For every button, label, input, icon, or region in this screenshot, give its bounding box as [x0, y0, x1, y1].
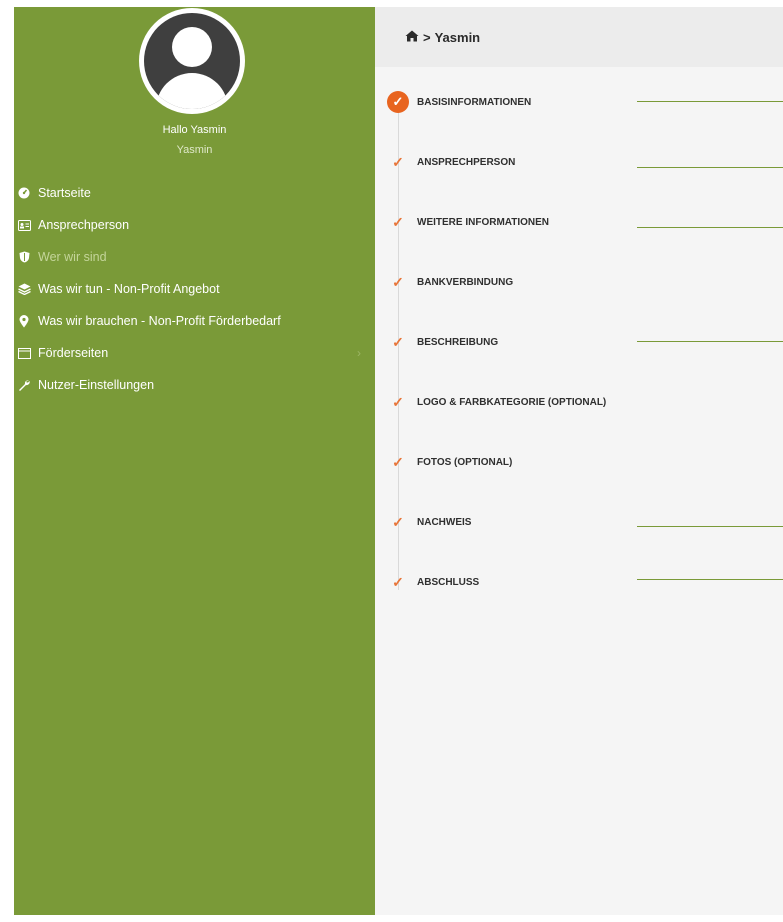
- sidebar-item-label: Was wir brauchen - Non-Profit Förderbeda…: [38, 314, 281, 328]
- breadcrumb: > Yasmin: [405, 30, 480, 45]
- sidebar-item-label: Ansprechperson: [38, 218, 130, 232]
- check-icon: ✓: [392, 513, 404, 530]
- user-icon: [144, 13, 240, 109]
- sidebar-item-was-wir-tun[interactable]: Was wir tun - Non-Profit Angebot: [14, 273, 375, 305]
- map-pin-icon: [14, 314, 32, 328]
- step-label: BASISINFORMATIONEN: [417, 96, 532, 108]
- main-content: > Yasmin ✓ BASISINFORMATIONEN ✓ ANSPRECH…: [375, 7, 783, 915]
- check-icon: ✓: [392, 573, 404, 590]
- step-label: BANKVERBINDUNG: [417, 276, 514, 288]
- chevron-right-icon[interactable]: ›: [357, 346, 361, 360]
- check-icon: ✓: [392, 453, 404, 470]
- divider: [637, 526, 783, 527]
- sidebar-item-startseite[interactable]: Startseite: [14, 177, 375, 209]
- step-nachweis[interactable]: ✓ NACHWEIS: [387, 510, 471, 534]
- divider: [637, 579, 783, 580]
- divider: [637, 341, 783, 342]
- top-bar: > Yasmin: [375, 7, 783, 67]
- step-label: LOGO & FARBKATEGORIE (OPTIONAL): [417, 396, 607, 408]
- page-margin: [0, 0, 14, 922]
- step-weitere-informationen[interactable]: ✓ WEITERE INFORMATIONEN: [387, 210, 549, 234]
- sidebar-item-wer-wir-sind[interactable]: Wer wir sind: [14, 241, 375, 273]
- check-icon: ✓: [392, 153, 404, 170]
- sidebar: Hallo Yasmin Yasmin Startseite Ansprechp…: [14, 7, 375, 915]
- sidebar-item-ansprechperson[interactable]: Ansprechperson: [14, 209, 375, 241]
- sidebar-item-label: Was wir tun - Non-Profit Angebot: [38, 282, 220, 296]
- wrench-icon: [14, 379, 32, 391]
- sidebar-item-label: Startseite: [38, 186, 91, 200]
- step-abschluss[interactable]: ✓ ABSCHLUSS: [387, 570, 479, 594]
- dashboard-icon: [14, 187, 32, 199]
- home-icon[interactable]: [405, 30, 419, 45]
- check-icon: ✓: [392, 333, 404, 350]
- window-icon: [14, 347, 32, 359]
- step-fotos[interactable]: ✓ FOTOS (OPTIONAL): [387, 450, 512, 474]
- step-label: ABSCHLUSS: [417, 576, 480, 588]
- sidebar-item-foerderseiten[interactable]: Förderseiten ›: [14, 337, 375, 369]
- step-label: BESCHREIBUNG: [417, 336, 499, 348]
- sidebar-item-label: Förderseiten: [38, 346, 109, 360]
- avatar[interactable]: [139, 8, 245, 114]
- step-label: FOTOS (OPTIONAL): [417, 456, 513, 468]
- step-logo-farbkategorie[interactable]: ✓ LOGO & FARBKATEGORIE (OPTIONAL): [387, 390, 606, 414]
- step-label: NACHWEIS: [417, 516, 472, 528]
- step-beschreibung[interactable]: ✓ BESCHREIBUNG: [387, 330, 498, 354]
- step-ansprechperson[interactable]: ✓ ANSPRECHPERSON: [387, 150, 515, 174]
- step-label: WEITERE INFORMATIONEN: [417, 216, 550, 228]
- breadcrumb-current: Yasmin: [434, 29, 481, 45]
- step-basisinformationen[interactable]: ✓ BASISINFORMATIONEN: [387, 90, 531, 114]
- sidebar-item-label: Nutzer-Einstellungen: [38, 378, 155, 392]
- check-icon: ✓: [392, 213, 404, 230]
- user-name: Yasmin: [176, 144, 213, 156]
- check-icon: ✓: [392, 273, 404, 290]
- greeting-text: Hallo Yasmin: [162, 124, 227, 136]
- divider: [637, 167, 783, 168]
- step-label: ANSPRECHPERSON: [417, 156, 516, 168]
- id-card-icon: [14, 219, 32, 231]
- divider: [637, 101, 783, 102]
- shield-icon: [14, 251, 32, 263]
- check-icon: ✓: [387, 91, 409, 113]
- check-icon: ✓: [392, 393, 404, 410]
- divider: [637, 227, 783, 228]
- sidebar-nav: Startseite Ansprechperson Wer wir sind W…: [14, 177, 375, 401]
- breadcrumb-separator: >: [423, 29, 431, 45]
- sidebar-item-label: Wer wir sind: [38, 250, 107, 264]
- step-bankverbindung[interactable]: ✓ BANKVERBINDUNG: [387, 270, 513, 294]
- sidebar-item-was-wir-brauchen[interactable]: Was wir brauchen - Non-Profit Förderbeda…: [14, 305, 375, 337]
- layers-icon: [14, 283, 32, 295]
- sidebar-item-nutzer-einstellungen[interactable]: Nutzer-Einstellungen: [14, 369, 375, 401]
